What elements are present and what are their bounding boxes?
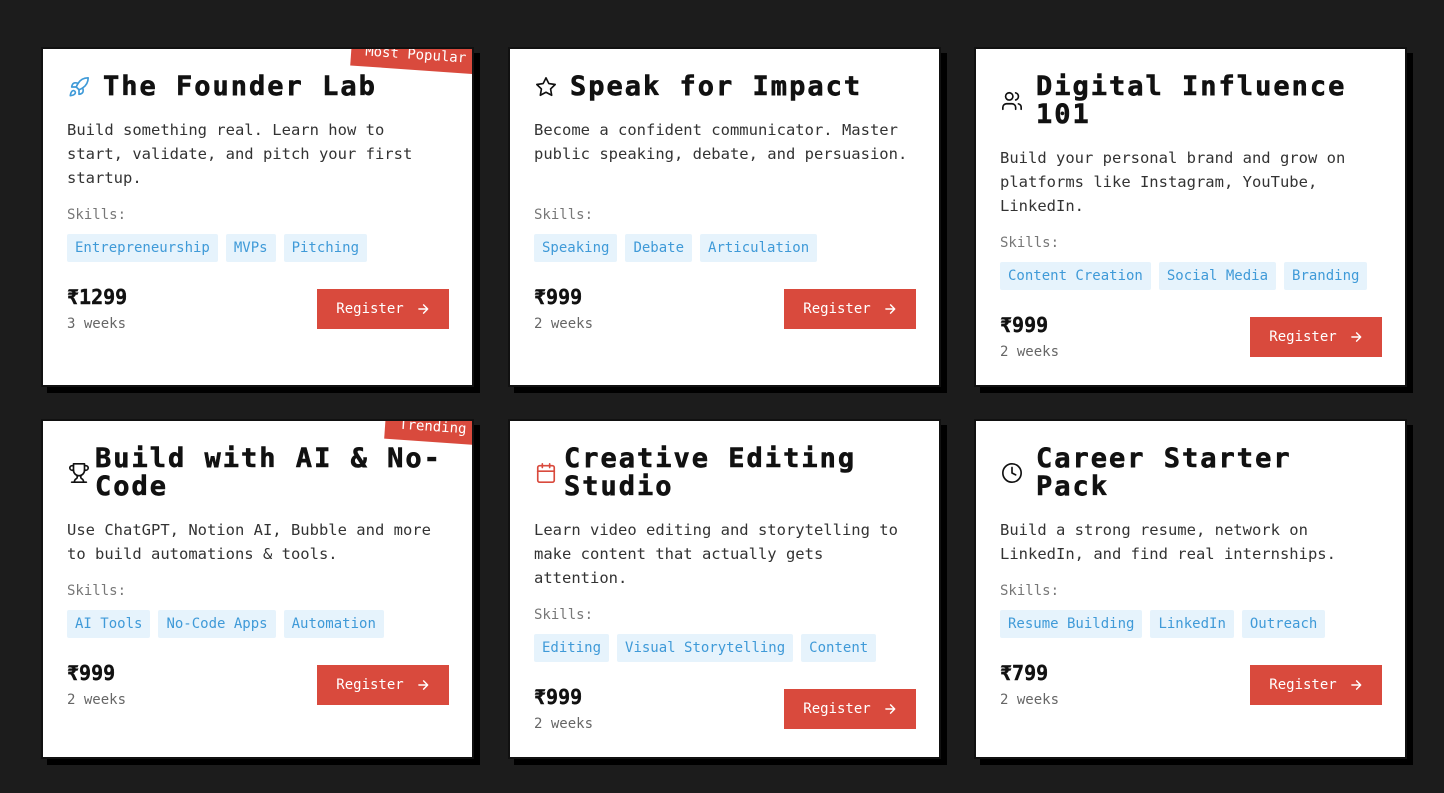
skill-tag: No-Code Apps (158, 610, 276, 638)
rocket-icon (67, 75, 91, 99)
course-duration: 2 weeks (534, 316, 594, 332)
skills-label: Skills: (534, 207, 594, 223)
register-label: Register (1269, 677, 1337, 693)
course-description: Use ChatGPT, Notion AI, Bubble and more … (67, 521, 431, 563)
course-duration: 3 weeks (67, 316, 127, 332)
skill-tag: AI Tools (67, 610, 151, 638)
calendar-icon (534, 461, 558, 485)
register-button[interactable]: Register (784, 289, 916, 329)
course-description: Learn video editing and storytelling to … (534, 521, 898, 587)
skill-tag: Resume Building (1000, 610, 1143, 638)
skills-label: Skills: (1000, 583, 1060, 599)
skills-label: Skills: (1000, 235, 1060, 251)
skill-tag: Automation (283, 610, 384, 638)
register-button[interactable]: Register (1250, 665, 1382, 705)
course-duration: 2 weeks (1000, 692, 1060, 708)
course-card-career-starter: Career Starter Pack Build a strong resum… (974, 419, 1407, 759)
course-title: Speak for Impact (570, 71, 863, 102)
skill-tags: Speaking Debate Articulation (534, 234, 915, 262)
course-title: Career Starter Pack (1036, 443, 1292, 502)
skill-tags: AI Tools No-Code Apps Automation (67, 610, 448, 638)
register-label: Register (336, 677, 404, 693)
skill-tags: Entrepreneurship MVPs Pitching (67, 234, 448, 262)
skill-tag: Entrepreneurship (67, 234, 218, 262)
register-button[interactable]: Register (784, 689, 916, 729)
skill-tag: Pitching (283, 234, 368, 262)
course-price: ₹999 (534, 285, 583, 309)
skill-tags: Content Creation Social Media Branding (1000, 262, 1381, 290)
course-card-speak-for-impact: Speak for Impact Become a confident comm… (508, 47, 941, 387)
register-button[interactable]: Register (1250, 317, 1382, 357)
skills-label: Skills: (534, 607, 594, 623)
skill-tags: Editing Visual Storytelling Content (534, 634, 915, 662)
skill-tag: MVPs (225, 234, 276, 262)
course-title: The Founder Lab (103, 71, 377, 102)
users-icon (1000, 89, 1024, 113)
skill-tag: Branding (1284, 262, 1368, 290)
arrow-right-icon (1349, 678, 1363, 692)
skill-tag: Speaking (534, 234, 618, 262)
course-card-creative-editing: Creative Editing Studio Learn video edit… (508, 419, 941, 759)
skill-tag: Debate (625, 234, 693, 262)
arrow-right-icon (416, 678, 430, 692)
course-description: Build your personal brand and grow on pl… (1000, 149, 1346, 215)
skill-tag: Editing (534, 634, 610, 662)
course-duration: 2 weeks (534, 716, 594, 732)
register-label: Register (803, 701, 871, 717)
register-button[interactable]: Register (317, 289, 449, 329)
course-price: ₹1299 (67, 285, 128, 309)
course-title: Digital Influence 101 (1036, 71, 1347, 130)
register-label: Register (803, 301, 871, 317)
skills-label: Skills: (67, 583, 127, 599)
register-button[interactable]: Register (317, 665, 449, 705)
course-price: ₹799 (1000, 661, 1049, 685)
skill-tag: LinkedIn (1150, 610, 1234, 638)
skill-tag: Articulation (700, 234, 818, 262)
skill-tag: Content (801, 634, 877, 662)
course-price: ₹999 (1000, 313, 1049, 337)
arrow-right-icon (416, 302, 430, 316)
course-title: Build with AI & No-Code (95, 443, 442, 502)
course-price: ₹999 (534, 685, 583, 709)
register-label: Register (1269, 329, 1337, 345)
arrow-right-icon (883, 702, 897, 716)
skill-tag: Content Creation (1000, 262, 1151, 290)
course-description: Become a confident communicator. Master … (534, 121, 908, 163)
arrow-right-icon (1349, 330, 1363, 344)
arrow-right-icon (883, 302, 897, 316)
course-duration: 2 weeks (1000, 344, 1060, 360)
course-description: Build something real. Learn how to start… (67, 121, 413, 187)
trophy-icon (67, 461, 91, 485)
course-card-founder-lab: Most Popular The Founder Lab Build somet… (41, 47, 474, 387)
skill-tag: Outreach (1241, 610, 1326, 638)
skill-tag: Visual Storytelling (617, 634, 794, 662)
skills-label: Skills: (67, 207, 127, 223)
skill-tag: Social Media (1158, 262, 1277, 290)
register-label: Register (336, 301, 404, 317)
course-card-digital-influence: Digital Influence 101 Build your persona… (974, 47, 1407, 387)
trending-badge: Trending (383, 421, 472, 446)
course-title: Creative Editing Studio (564, 443, 857, 502)
course-duration: 2 weeks (67, 692, 127, 708)
course-card-build-with-ai: Trending Build with AI & No-Code Use Cha… (41, 419, 474, 759)
star-icon (534, 75, 558, 99)
course-price: ₹999 (67, 661, 116, 685)
course-description: Build a strong resume, network on Linked… (1000, 521, 1336, 563)
skill-tags: Resume Building LinkedIn Outreach (1000, 610, 1381, 638)
clock-icon (1000, 461, 1024, 485)
